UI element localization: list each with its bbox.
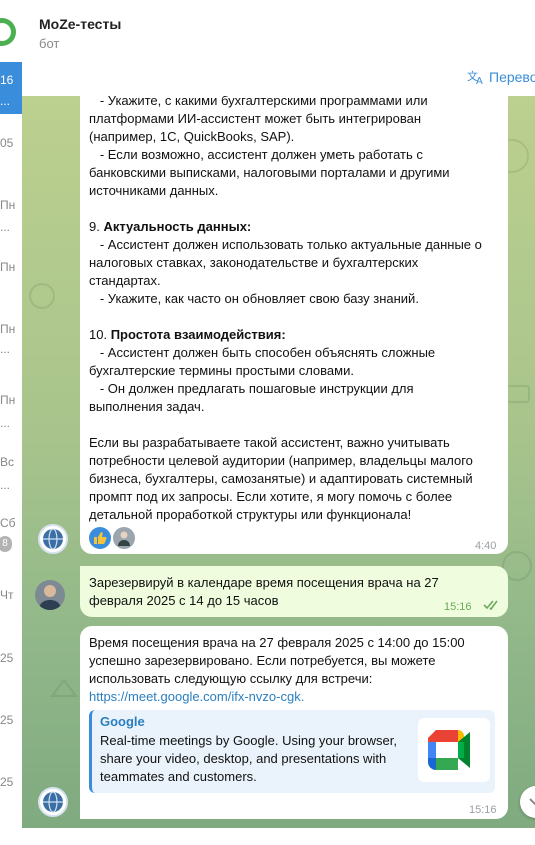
translate-icon: 文 A — [467, 69, 483, 85]
section-heading: 9. Актуальность данных: — [89, 218, 504, 236]
message-line: промпт под их запросы. Если хотите, я мо… — [89, 489, 453, 504]
chat-list-date: Вс — [0, 455, 15, 469]
reactions[interactable] — [89, 527, 135, 549]
thumbs-up-icon[interactable] — [89, 527, 111, 549]
globe-icon — [43, 791, 63, 813]
chat-list-date: Чт — [0, 588, 14, 602]
message-line: - Ассистент должен быть способен объясня… — [89, 345, 436, 360]
message-line: потребности целевой аудитории (например,… — [89, 453, 473, 468]
scroll-down-button[interactable] — [520, 786, 535, 818]
chat-list-date: Пн — [0, 260, 16, 274]
chat-list-date: Пн — [0, 393, 16, 407]
chat-header[interactable]: MoZe-тесты бот — [22, 0, 535, 63]
chat-avatar-icon[interactable] — [0, 12, 22, 52]
preview-description: share your video, desktop, and presentat… — [100, 751, 387, 766]
message-line: - Укажите, с какими бухгалтерскими прогр… — [89, 96, 428, 108]
unread-badge: 8 — [0, 536, 12, 552]
translate-button[interactable]: 文 A Перево — [467, 69, 535, 85]
message-line: налоговых ставках, законодательстве и бу… — [89, 255, 419, 270]
chat-list-preview: ... — [0, 478, 11, 492]
link-preview[interactable]: Google Real-time meetings by Google. Usi… — [89, 710, 495, 793]
chat-list-date: 25 — [0, 651, 14, 665]
message-line: - Он должен предлагать пошаговые инструк… — [89, 381, 414, 396]
chat-list-date: 05 — [0, 136, 14, 150]
message-line: Зарезервируй в календаре время посещения… — [89, 575, 439, 590]
chat-area[interactable]: - Укажите, с какими бухгалтерскими прогр… — [22, 96, 535, 845]
message-line: использовать следующую ссылку для встреч… — [89, 671, 373, 686]
message-line: Если вы разрабатываете такой ассистент, … — [89, 435, 450, 450]
preview-description: teammates and customers. — [100, 769, 257, 784]
message-line: - Укажите, как часто он обновляет свою б… — [89, 291, 419, 306]
message-line: выполнения задач. — [89, 399, 205, 414]
message-composer[interactable] — [0, 828, 535, 845]
chat-list-preview: ... — [0, 416, 11, 430]
chevron-down-icon — [529, 798, 535, 806]
message-line: источниками данных. — [89, 183, 219, 198]
user-avatar[interactable] — [35, 580, 65, 610]
svg-text:A: A — [476, 76, 483, 85]
bot-avatar[interactable] — [38, 524, 68, 554]
chat-list-preview: ... — [0, 94, 11, 108]
section-title: Актуальность данных: — [103, 219, 252, 234]
section-number: 10. — [89, 327, 111, 342]
message-line: февраля 2025 с 14 до 15 часов — [89, 593, 279, 608]
double-check-icon — [483, 600, 498, 611]
meet-link[interactable]: https://meet.google.com/ifx-nvzo-cgk. — [89, 689, 304, 704]
message-time: 15:16 — [469, 804, 497, 816]
user-reaction-avatar-icon[interactable] — [113, 527, 135, 549]
chat-list-date: 16 — [0, 73, 14, 87]
incoming-message[interactable]: - Укажите, с какими бухгалтерскими прогр… — [80, 96, 508, 554]
message-line: бухгалтерские термины простыми словами. — [89, 363, 354, 378]
outgoing-message[interactable]: Зарезервируй в календаре время посещения… — [80, 566, 508, 617]
chat-list-date: Пн — [0, 322, 16, 336]
chat-list-preview: ... — [0, 342, 11, 356]
preview-site-name: Google — [100, 714, 145, 729]
chat-list-date: Пн — [0, 198, 16, 212]
message-line: банковскими выписками, налоговыми портал… — [89, 165, 450, 180]
section-title: Простота взаимодействия: — [110, 327, 286, 342]
message-line: - Если возможно, ассистент должен уметь … — [89, 147, 423, 162]
chat-list-date: 25 — [0, 713, 14, 727]
chat-subtitle: бот — [39, 36, 60, 51]
chat-list-date: Сб — [0, 516, 16, 530]
message-line: успешно зарезервировано. Если потребуетс… — [89, 653, 436, 668]
preview-description: Real-time meetings by Google. Using your… — [100, 733, 397, 748]
message-line: (например, 1С, QuickBooks, SAP). — [89, 129, 295, 144]
message-line: бизнеса, бухгалтеры, самозанятые) и адап… — [89, 471, 473, 486]
message-time: 4:40 — [475, 540, 497, 552]
chat-list-date: 25 — [0, 775, 14, 789]
globe-icon — [43, 528, 63, 550]
section-number: 9. — [89, 219, 104, 234]
google-meet-logo-icon — [418, 718, 490, 782]
message-line: Время посещения врача на 27 февраля 2025… — [89, 635, 465, 650]
message-line: детальной проработкой структуры или функ… — [89, 507, 412, 522]
message-line: - Ассистент должен использовать только а… — [89, 237, 482, 252]
translate-label: Перево — [489, 69, 535, 85]
chat-title[interactable]: MoZe-тесты — [39, 16, 121, 32]
message-line: платформами ИИ-ассистент может быть инте… — [89, 111, 422, 126]
chat-list-preview: ... — [0, 220, 11, 234]
message-time: 15:16 — [444, 601, 472, 613]
translate-bar: 文 A Перево — [22, 62, 535, 97]
message-line: стандартах. — [89, 273, 161, 288]
chat-list-strip[interactable]: 16 ... 05 Пн ... Пн Пн ... Пн ... Вс ...… — [0, 0, 23, 845]
bot-avatar[interactable] — [38, 787, 68, 817]
section-heading: 10. Простота взаимодействия: — [89, 326, 504, 344]
